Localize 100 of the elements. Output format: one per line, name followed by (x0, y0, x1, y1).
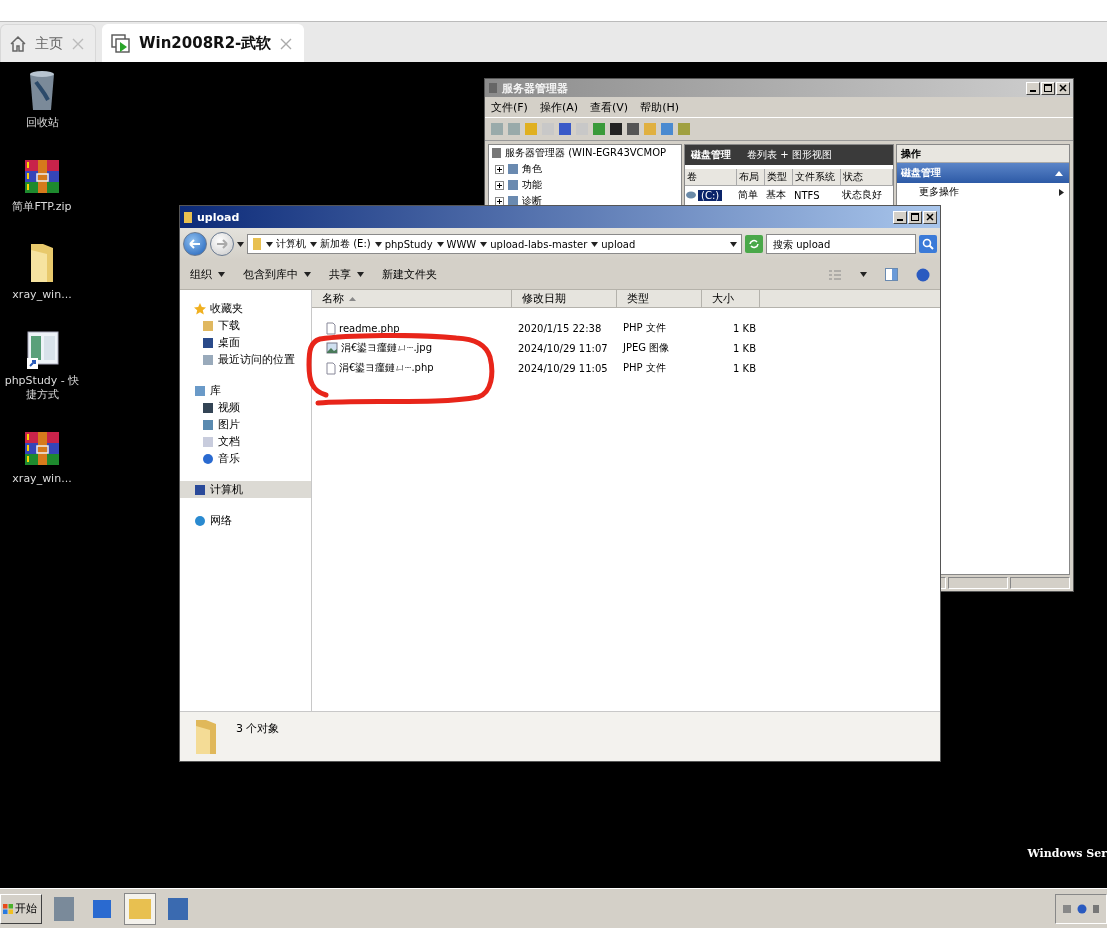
nav-item[interactable]: 收藏夹 (180, 300, 311, 317)
column-header[interactable]: 状态 (841, 169, 893, 186)
desktop-icon-label[interactable]: xray_win... (0, 288, 84, 302)
breadcrumb-item[interactable]: phpStudy (384, 238, 433, 250)
nav-item[interactable]: 最近访问的位置 (180, 351, 311, 368)
browser-tab[interactable]: Win2008R2-武软 (102, 24, 305, 62)
desktop-icon-label[interactable]: 回收站 (0, 116, 84, 130)
breadcrumb-caret-icon (266, 240, 273, 248)
column-header[interactable]: 修改日期 (512, 290, 617, 307)
star-icon (194, 302, 206, 315)
file-row[interactable]: readme.php 2020/1/15 22:38 PHP 文件 1 KB (312, 318, 940, 338)
pane-title: 磁盘管理 (691, 148, 731, 162)
tree-item[interactable]: 服务器管理器 (WIN-EGR43VCMOP (505, 146, 667, 160)
window-title: upload (197, 210, 241, 224)
toolbar-button[interactable]: 组织 (190, 267, 225, 282)
menu-item[interactable]: 帮助(H) (640, 99, 679, 115)
nav-item[interactable]: 文档 (180, 433, 311, 450)
nav-item[interactable]: 图片 (180, 416, 311, 433)
network-globe-icon (194, 514, 206, 527)
os-watermark-text: Windows Ser (1027, 847, 1107, 860)
tree-item[interactable]: 角色 (522, 162, 542, 176)
volume-cell[interactable]: (C:) (698, 189, 723, 201)
menu-item[interactable]: 操作(A) (539, 99, 579, 115)
tree-item[interactable]: 功能 (522, 178, 542, 192)
desktop-icon-label[interactable]: 简单FTP.zip (0, 200, 84, 214)
actions-header: 操作 (897, 145, 1069, 163)
collapse-icon[interactable] (1055, 170, 1063, 176)
menu-item[interactable]: 文件(F) (491, 99, 528, 115)
recycle-bin-icon (27, 68, 57, 112)
expand-icon[interactable] (495, 164, 504, 174)
table-cell: 1 KB (733, 322, 756, 334)
toolbar-button[interactable]: 共享 (329, 267, 364, 282)
breadcrumb-item[interactable]: upload-labs-master (490, 238, 588, 250)
desktop-icon-label[interactable]: phpStudy - 快捷方式 (0, 374, 84, 402)
nav-item[interactable]: 桌面 (180, 334, 311, 351)
column-header[interactable]: 类型 (765, 169, 793, 186)
desktop-icon-label[interactable]: xray_win... (0, 472, 84, 486)
window-title: 服务器管理器 (502, 80, 569, 96)
desktop-icon (202, 336, 214, 349)
item-count: 3 个对象 (236, 721, 280, 736)
start-button[interactable]: 开始 (0, 893, 42, 924)
nav-item[interactable]: 网络 (180, 512, 311, 529)
minimize-button[interactable] (893, 210, 907, 224)
toolbar-button[interactable]: 包含到库中 (243, 267, 311, 282)
address-bar[interactable]: 计算机 新加卷 (E:) phpStudy WWW upload-labs-master upload (247, 234, 742, 254)
column-header[interactable]: 大小 (702, 290, 760, 307)
breadcrumb-item[interactable]: WWW (446, 238, 477, 250)
table-cell: 2024/10/29 11:05 (518, 362, 608, 374)
forward-button[interactable] (210, 232, 234, 256)
minimize-button[interactable] (1026, 81, 1040, 95)
nav-item[interactable]: 音乐 (180, 450, 311, 467)
file-row[interactable]: 涓€鍙ヨ瘽鏈ㄩ┈.jpg 2024/10/29 11:07 JPEG 图像 1 KB (312, 338, 940, 358)
close-button[interactable] (923, 210, 937, 224)
windows-logo-icon (3, 903, 13, 914)
menu-item[interactable]: 查看(V) (590, 99, 629, 115)
file-name: 涓€鍙ヨ瘽鏈ㄩ┈.jpg (341, 341, 433, 355)
file-name: 涓€鍙ヨ瘽鏈ㄩ┈.php (339, 361, 434, 375)
close-button[interactable] (1056, 81, 1070, 95)
close-icon (1059, 84, 1067, 92)
maximize-button[interactable] (908, 210, 922, 224)
image-file-icon (326, 342, 338, 354)
table-cell: 状态良好 (842, 188, 882, 202)
breadcrumb-item[interactable]: upload (601, 238, 636, 250)
action-item[interactable]: 更多操作 (897, 183, 1069, 201)
table-cell: 2024/10/29 11:07 (518, 342, 608, 354)
breadcrumb-item[interactable]: 新加卷 (E:) (320, 237, 371, 251)
search-button[interactable] (919, 235, 937, 253)
breadcrumb-caret-icon (436, 240, 444, 248)
column-header[interactable]: 卷 (685, 169, 737, 186)
remote-desktop-icon (111, 33, 131, 54)
nav-item[interactable]: 视频 (180, 399, 311, 416)
home-icon (9, 34, 27, 53)
column-header[interactable]: 名称 (312, 290, 512, 307)
status-bar-segment (948, 577, 1008, 589)
toolbar-button[interactable]: 新建文件夹 (382, 267, 437, 282)
column-header[interactable]: 文件系统 (793, 169, 841, 186)
view-options-icon (828, 268, 842, 281)
nav-item[interactable]: 下载 (180, 317, 311, 334)
table-cell: 2020/1/15 22:38 (518, 322, 602, 334)
dropdown-caret-icon (730, 240, 737, 248)
breadcrumb-caret-icon (480, 240, 488, 248)
nav-item[interactable]: 计算机 (180, 481, 311, 498)
refresh-button[interactable] (745, 235, 763, 253)
pane-subtitle: 卷列表 + 图形视图 (747, 148, 832, 162)
maximize-icon (911, 213, 919, 221)
browser-tab[interactable]: 主页 (0, 24, 96, 62)
maximize-button[interactable] (1041, 81, 1055, 95)
file-row[interactable]: 涓€鍙ヨ瘽鏈ㄩ┈.php 2024/10/29 11:05 PHP 文件 1 KB (312, 358, 940, 378)
table-cell: PHP 文件 (623, 361, 666, 375)
column-header[interactable]: 布局 (737, 169, 765, 186)
breadcrumb-item[interactable]: 计算机 (276, 237, 306, 251)
expand-icon[interactable] (495, 180, 504, 190)
tree-item[interactable]: 诊断 (522, 194, 542, 208)
back-button[interactable] (183, 232, 207, 256)
nav-item[interactable]: 库 (180, 382, 311, 399)
breadcrumb-caret-icon (310, 240, 317, 248)
actions-section[interactable]: 磁盘管理 (897, 163, 1069, 183)
search-field[interactable]: 搜索 upload (766, 234, 916, 254)
column-header[interactable]: 类型 (617, 290, 702, 307)
file-name: readme.php (339, 322, 400, 334)
